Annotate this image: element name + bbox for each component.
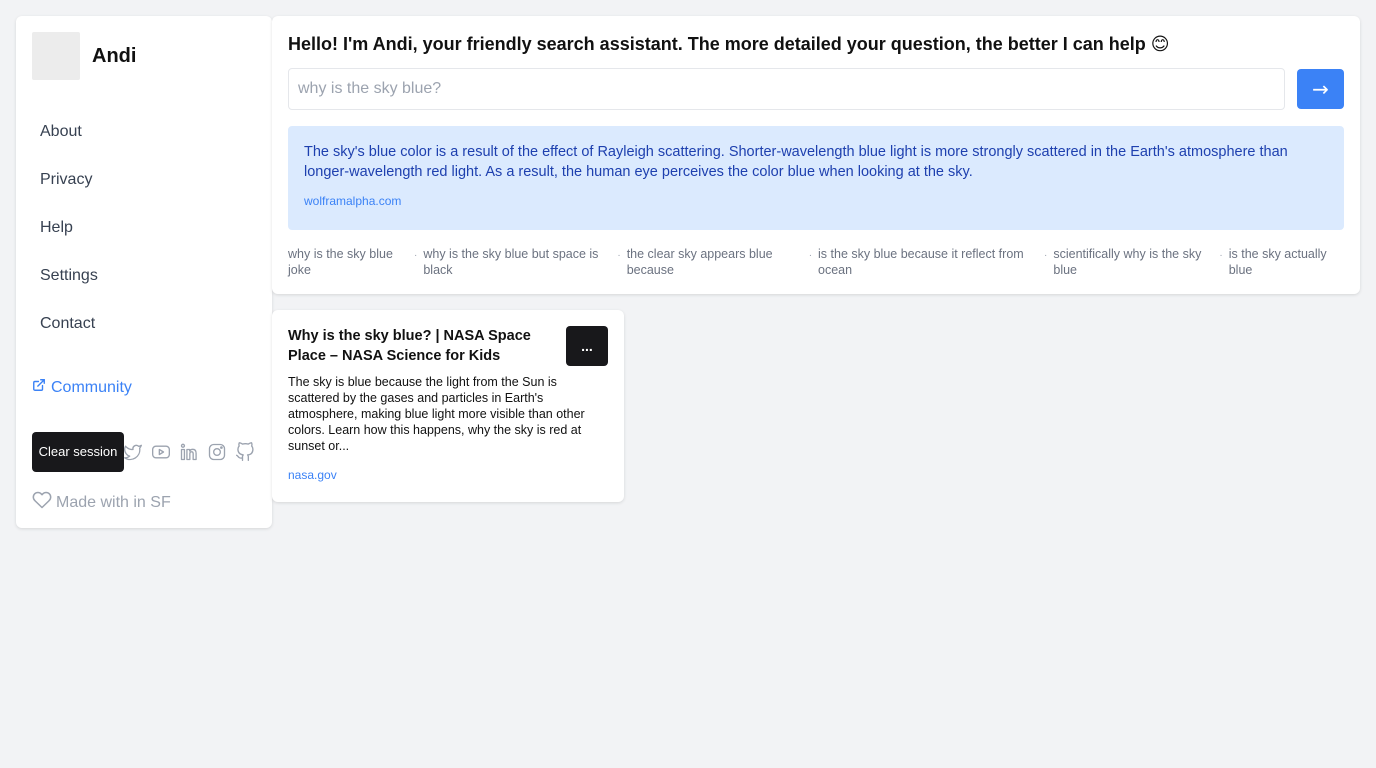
community-label: Community	[51, 378, 132, 396]
more-options-button[interactable]: ...	[566, 326, 608, 366]
clear-session-button[interactable]: Clear session	[32, 432, 124, 472]
linkedin-icon[interactable]	[178, 441, 200, 463]
answer-source-link[interactable]: wolframalpha.com	[304, 194, 1328, 208]
result-title[interactable]: Why is the sky blue? | NASA Space Place …	[288, 326, 568, 366]
search-submit-button[interactable]: →	[1297, 69, 1344, 109]
separator-dot: ·	[1044, 250, 1048, 261]
youtube-icon[interactable]	[150, 441, 172, 463]
heart-icon	[32, 490, 56, 515]
related-query[interactable]: why is the sky blue but space is black	[423, 246, 611, 278]
related-query[interactable]: the clear sky appears blue because	[627, 246, 803, 278]
separator-dot: ·	[1219, 250, 1223, 261]
nav-privacy[interactable]: Privacy	[40, 164, 98, 212]
instagram-icon[interactable]	[206, 441, 228, 463]
nav-help[interactable]: Help	[40, 212, 98, 260]
result-source-link[interactable]: nasa.gov	[288, 468, 337, 482]
related-query[interactable]: why is the sky blue joke	[288, 246, 408, 278]
related-query[interactable]: is the sky actually blue	[1229, 246, 1341, 278]
search-panel: Hello! I'm Andi, your friendly search as…	[272, 16, 1360, 294]
andi-logo	[32, 32, 80, 80]
brand-name: Andi	[92, 44, 137, 67]
result-card: Why is the sky blue? | NASA Space Place …	[272, 310, 624, 502]
separator-dot: ·	[617, 250, 621, 261]
related-query[interactable]: scientifically why is the sky blue	[1053, 246, 1213, 278]
separator-dot: ·	[414, 250, 418, 261]
nav-settings[interactable]: Settings	[40, 260, 98, 308]
external-link-icon	[32, 378, 51, 397]
instant-answer: The sky's blue color is a result of the …	[288, 126, 1344, 230]
result-snippet: The sky is blue because the light from t…	[288, 375, 585, 453]
github-icon[interactable]	[234, 441, 256, 463]
greeting-heading: Hello! I'm Andi, your friendly search as…	[288, 34, 1170, 54]
brand[interactable]: Andi	[32, 32, 136, 80]
search-input[interactable]	[288, 68, 1285, 110]
twitter-icon[interactable]	[122, 441, 144, 463]
separator-dot: ·	[808, 250, 813, 261]
social-links	[122, 441, 262, 463]
nav-about[interactable]: About	[40, 116, 98, 164]
made-with-note: Made with in SF	[32, 490, 171, 515]
answer-text: The sky's blue color is a result of the …	[304, 144, 1288, 180]
related-query[interactable]: is the sky blue because it reflect from …	[818, 246, 1038, 278]
community-link[interactable]: Community	[32, 378, 132, 397]
made-with-text: Made with in SF	[56, 493, 171, 511]
sidebar-nav: About Privacy Help Settings Contact	[40, 116, 98, 356]
sidebar: Andi About Privacy Help Settings Contact…	[16, 16, 272, 528]
related-queries: why is the sky blue joke · why is the sk…	[288, 246, 1341, 278]
nav-contact[interactable]: Contact	[40, 308, 98, 356]
